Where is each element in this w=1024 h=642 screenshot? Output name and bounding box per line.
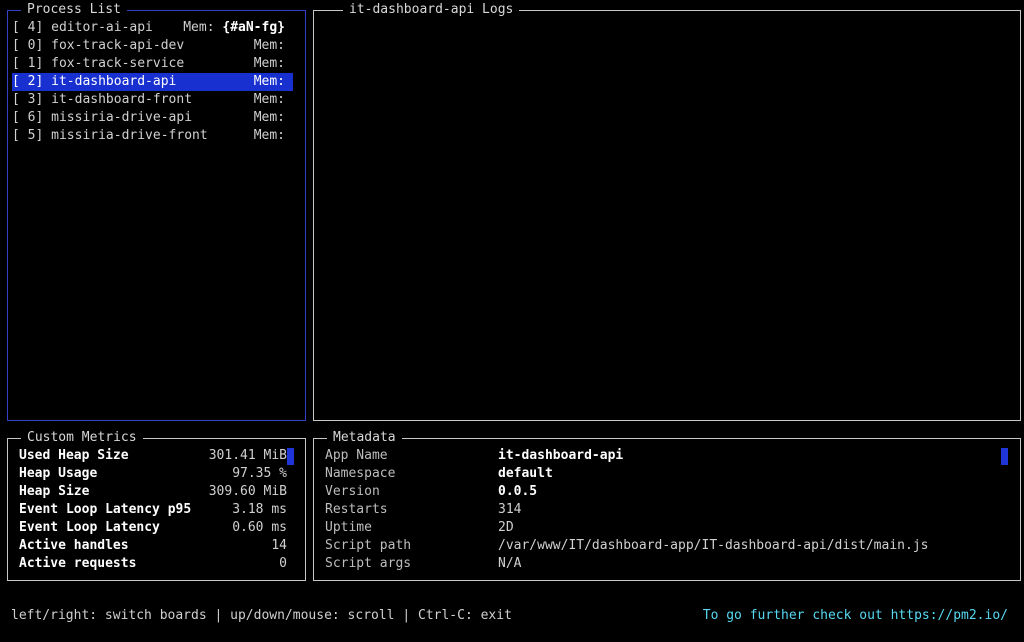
metric-value: 3.18 ms bbox=[232, 502, 287, 517]
metadata-row: Script args N/A bbox=[325, 555, 1010, 573]
process-row[interactable]: [ 5] missiria-drive-front Mem: bbox=[12, 127, 293, 145]
metric-label: Active requests bbox=[19, 556, 137, 571]
process-name: [ 2] it-dashboard-api bbox=[12, 73, 176, 91]
process-row[interactable]: [ 4] editor-ai-api Mem: {#aN-fg} bbox=[12, 19, 293, 37]
metric-row: Used Heap Size 301.41 MiB bbox=[19, 447, 287, 465]
process-name: [ 6] missiria-drive-api bbox=[12, 109, 192, 127]
process-id: [ 3] bbox=[12, 92, 44, 107]
logs-title: it-dashboard-api Logs bbox=[343, 1, 520, 19]
process-row[interactable]: [ 3] it-dashboard-front Mem: bbox=[12, 91, 293, 109]
process-mem: Mem: bbox=[254, 91, 285, 109]
metadata-row: Script path/var/www/IT/dashboard-app/IT-… bbox=[325, 537, 1010, 555]
process-name: [ 1] fox-track-service bbox=[12, 55, 184, 73]
metadata-title: Metadata bbox=[327, 429, 402, 447]
mem-label: Mem: bbox=[183, 20, 215, 35]
mem-label: Mem: bbox=[253, 74, 285, 89]
mem-label: Mem: bbox=[253, 128, 285, 143]
metric-label: Used Heap Size bbox=[19, 448, 129, 463]
metadata-label: Version bbox=[325, 484, 380, 499]
metadata-panel[interactable]: Metadata App Name it-dashboard-api Namespa… bbox=[313, 429, 1021, 581]
process-name: [ 0] fox-track-api-dev bbox=[12, 37, 184, 55]
metric-row: Heap Usage 97.35 % bbox=[19, 465, 287, 483]
process-id: [ 2] bbox=[12, 74, 44, 89]
metric-label: Event Loop Latency bbox=[19, 520, 160, 535]
process-name-label: missiria-drive-front bbox=[51, 128, 208, 143]
mem-label: Mem: bbox=[253, 56, 285, 71]
metric-value: 0.60 ms bbox=[232, 520, 287, 535]
pm2-link[interactable]: To go further check out https://pm2.io/ bbox=[703, 607, 1008, 625]
metadata-label: App Name bbox=[325, 448, 388, 463]
process-name: [ 5] missiria-drive-front bbox=[12, 127, 208, 145]
metadata-value: /var/www/IT/dashboard-app/IT-dashboard-a… bbox=[498, 538, 929, 553]
metadata-row: Restarts 314 bbox=[325, 501, 1010, 519]
process-id: [ 5] bbox=[12, 128, 44, 143]
metric-label: Active handles bbox=[19, 538, 129, 553]
process-row[interactable]: [ 1] fox-track-service Mem: bbox=[12, 55, 293, 73]
metadata-value: 2D bbox=[498, 520, 514, 535]
metadata-row: Uptime 2D bbox=[325, 519, 1010, 537]
process-id: [ 4] bbox=[12, 20, 44, 35]
process-name-label: missiria-drive-api bbox=[51, 110, 193, 125]
process-mem: Mem: bbox=[254, 37, 285, 55]
metric-label: Event Loop Latency p95 bbox=[19, 502, 192, 517]
keyboard-help-text: left/right: switch boards | up/down/mous… bbox=[11, 608, 512, 623]
metadata-value: 0.0.5 bbox=[498, 484, 538, 499]
metadata-label: Uptime bbox=[325, 520, 372, 535]
mem-value: {#aN-fg} bbox=[222, 20, 285, 35]
metric-value: 301.41 MiB bbox=[208, 448, 287, 463]
process-mem: Mem: bbox=[254, 73, 285, 91]
process-id: [ 1] bbox=[12, 56, 44, 71]
metadata-label: Script args bbox=[325, 556, 412, 571]
metadata-value: it-dashboard-api bbox=[498, 448, 624, 463]
metric-row: Event Loop Latency p95 3.18 ms bbox=[19, 501, 287, 519]
process-row[interactable]: [ 6] missiria-drive-api Mem: bbox=[12, 109, 293, 127]
process-id: [ 0] bbox=[12, 38, 44, 53]
metadata-row: Version 0.0.5 bbox=[325, 483, 1010, 501]
logs-panel[interactable]: it-dashboard-api Logs bbox=[313, 1, 1021, 421]
metric-row: Heap Size 309.60 MiB bbox=[19, 483, 287, 501]
process-list-title: Process List bbox=[21, 1, 127, 19]
custom-metrics-title: Custom Metrics bbox=[21, 429, 143, 447]
process-row[interactable]: [ 0] fox-track-api-dev Mem: bbox=[12, 37, 293, 55]
process-name-label: fox-track-service bbox=[51, 56, 185, 71]
process-name: [ 4] editor-ai-api bbox=[12, 19, 153, 37]
mem-label: Mem: bbox=[253, 110, 285, 125]
metric-value: 97.35 % bbox=[232, 466, 287, 481]
metadata-label: Script path bbox=[325, 538, 412, 553]
metric-value: 14 bbox=[271, 538, 287, 553]
process-name-label: fox-track-api-dev bbox=[51, 38, 185, 53]
metric-row: Active handles 14 bbox=[19, 537, 287, 555]
metadata-value: default bbox=[498, 466, 553, 481]
process-row[interactable]: [ 2] it-dashboard-api Mem: bbox=[12, 73, 293, 91]
metric-value: 309.60 MiB bbox=[208, 484, 287, 499]
metadata-value: N/A bbox=[498, 556, 522, 571]
process-mem: Mem: {#aN-fg} bbox=[183, 19, 285, 37]
metadata-row: App Name it-dashboard-api bbox=[325, 447, 1010, 465]
process-id: [ 6] bbox=[12, 110, 44, 125]
metric-row: Event Loop Latency 0.60 ms bbox=[19, 519, 287, 537]
process-name: [ 3] it-dashboard-front bbox=[12, 91, 192, 109]
process-mem: Mem: bbox=[254, 127, 285, 145]
metric-label: Heap Size bbox=[19, 484, 90, 499]
metric-value: 0 bbox=[279, 556, 287, 571]
metadata-label: Namespace bbox=[325, 466, 396, 481]
mem-label: Mem: bbox=[253, 38, 285, 53]
custom-metrics-panel[interactable]: Custom Metrics Used Heap Size 301.41 MiB H… bbox=[7, 429, 306, 581]
mem-label: Mem: bbox=[253, 92, 285, 107]
process-name-label: editor-ai-api bbox=[51, 20, 153, 35]
process-mem: Mem: bbox=[254, 55, 285, 73]
metric-label: Heap Usage bbox=[19, 466, 98, 481]
process-name-label: it-dashboard-api bbox=[51, 74, 177, 89]
metrics-scrollbar[interactable] bbox=[287, 448, 294, 465]
process-list-panel[interactable]: Process List [ 4] editor-ai-api Mem: {#aN… bbox=[7, 1, 306, 421]
metadata-value: 314 bbox=[498, 502, 522, 517]
metadata-label: Restarts bbox=[325, 502, 388, 517]
process-mem: Mem: bbox=[254, 109, 285, 127]
metadata-row: Namespace default bbox=[325, 465, 1010, 483]
metric-row: Active requests 0 bbox=[19, 555, 287, 573]
metadata-scrollbar[interactable] bbox=[1001, 448, 1008, 465]
process-name-label: it-dashboard-front bbox=[51, 92, 193, 107]
